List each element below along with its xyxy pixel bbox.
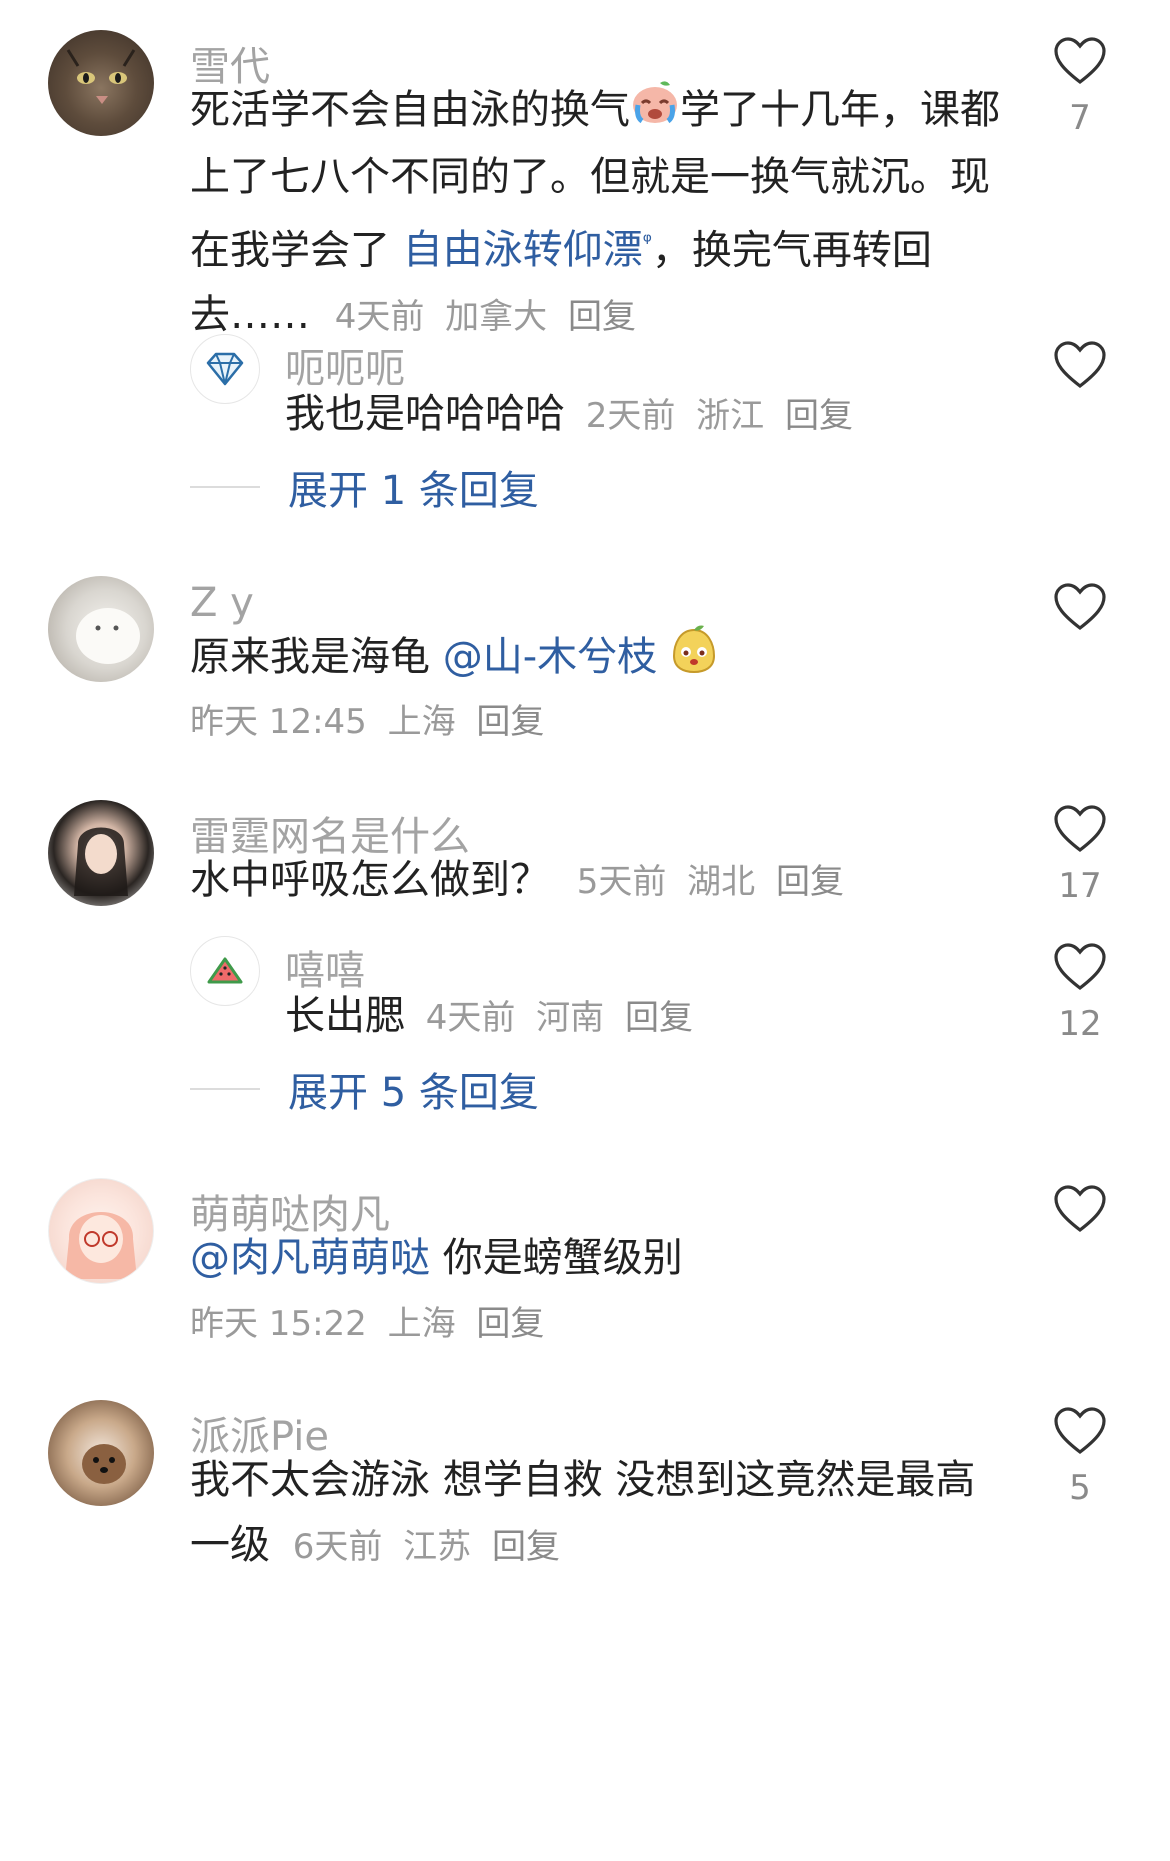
comment-time: 5天前 <box>576 862 667 902</box>
reply-button[interactable]: 回复 <box>785 396 853 436</box>
mention-link[interactable]: @山-木兮枝 <box>443 634 657 680</box>
girl-avatar-icon <box>74 827 128 896</box>
comment-location: 上海 <box>387 1304 456 1344</box>
comment-text: 原来我是海龟 @山-木兮枝 <box>190 624 1010 694</box>
heart-outline-icon <box>1054 1185 1106 1232</box>
heart-outline-icon <box>1054 805 1106 852</box>
comment-meta: 5天前 湖北 回复 <box>577 862 854 902</box>
like-count: 7 <box>1069 98 1091 138</box>
like-button[interactable]: 5 <box>1050 1406 1110 1508</box>
comment-location: 上海 <box>387 702 456 742</box>
dog-avatar-icon <box>82 1444 126 1484</box>
reply-time: 2天前 <box>585 396 676 436</box>
comment-time: 昨天 15:22 <box>190 1304 367 1344</box>
cat-avatar-icon <box>66 49 136 104</box>
expand-replies[interactable]: 展开 5 条回复 <box>190 1060 539 1118</box>
comment-meta: 昨天 12:45 上海 回复 <box>190 694 554 743</box>
like-count: 5 <box>1069 1468 1091 1508</box>
comment-text: @肉凡萌萌哒 你是螃蟹级别 <box>190 1226 1010 1291</box>
comment-text-part: 死活学不会自由泳的换气 <box>190 87 630 133</box>
search-link[interactable]: 自由泳转仰漂ᵠ <box>403 227 652 273</box>
avatar[interactable] <box>190 936 260 1006</box>
crying-face-emoji-icon <box>630 79 680 145</box>
search-icon: ᵠ <box>642 230 652 255</box>
reply-location: 浙江 <box>696 396 765 436</box>
reply-text: 长出腮 <box>285 993 405 1039</box>
avatar[interactable] <box>48 800 154 906</box>
reply-button[interactable]: 回复 <box>476 1304 544 1344</box>
avatar[interactable] <box>48 576 154 682</box>
divider <box>190 486 260 488</box>
heart-outline-icon <box>1054 943 1106 990</box>
comment-text: 死活学不会自由泳的换气 学了十几年，课都上了七八个不同的了。但就是一换气就沉。现在… <box>190 78 1010 350</box>
comment-location: 湖北 <box>687 862 756 902</box>
watermelon-icon <box>207 957 243 984</box>
like-button[interactable] <box>1050 582 1110 632</box>
mention-link[interactable]: @肉凡萌萌哒 <box>190 1235 430 1281</box>
avatar[interactable] <box>48 1400 154 1506</box>
reply-button[interactable]: 回复 <box>476 702 544 742</box>
heart-outline-icon <box>1054 37 1106 84</box>
comment-location: 加拿大 <box>445 297 548 338</box>
white-cat-avatar-icon <box>76 608 140 664</box>
like-count: 17 <box>1058 866 1102 906</box>
avatar[interactable] <box>190 334 260 404</box>
like-button[interactable]: 7 <box>1050 36 1110 138</box>
expand-replies-label[interactable]: 展开 5 条回复 <box>288 1060 539 1118</box>
reply-meta: 4天前 河南 回复 <box>426 998 703 1038</box>
reply-text-row: 我也是哈哈哈哈 2天前 浙江 回复 <box>285 382 1005 449</box>
reply-meta: 2天前 浙江 回复 <box>586 396 863 436</box>
comment-time: 6天前 <box>292 1527 383 1567</box>
like-button[interactable]: 12 <box>1050 942 1110 1044</box>
reply-text: 我也是哈哈哈哈 <box>285 391 565 437</box>
comment-text-part: 你是螃蟹级别 <box>430 1235 683 1281</box>
smiling-pear-emoji-icon <box>670 624 718 694</box>
expand-replies-label[interactable]: 展开 1 条回复 <box>288 458 539 516</box>
anime-girl-avatar-icon <box>65 1212 137 1279</box>
comment-time: 昨天 12:45 <box>190 702 367 742</box>
heart-outline-icon <box>1054 1407 1106 1454</box>
reply-location: 河南 <box>536 998 605 1038</box>
comment-location: 江苏 <box>403 1527 472 1567</box>
like-button[interactable] <box>1050 340 1110 390</box>
comment-text: 我不太会游泳 想学自救 没想到这竟然是最高一级 6天前 江苏 回复 <box>190 1448 1010 1580</box>
expand-replies[interactable]: 展开 1 条回复 <box>190 458 539 516</box>
reply-time: 4天前 <box>425 998 516 1038</box>
avatar[interactable] <box>48 30 154 136</box>
comment-text-part: 原来我是海龟 <box>190 634 443 680</box>
reply-text-row: 长出腮 4天前 河南 回复 <box>285 984 1005 1051</box>
reply-button[interactable]: 回复 <box>568 297 636 337</box>
reply-button[interactable]: 回复 <box>776 862 844 902</box>
like-button[interactable]: 17 <box>1050 804 1110 906</box>
comment-text: 水中呼吸怎么做到？ 5天前 湖北 回复 <box>190 848 1010 915</box>
comment-text-part: 水中呼吸怎么做到？ <box>190 857 550 903</box>
reply-button[interactable]: 回复 <box>492 1527 560 1567</box>
comment-time: 4天前 <box>334 297 425 338</box>
comment-meta: 昨天 15:22 上海 回复 <box>190 1296 554 1345</box>
like-count: 12 <box>1058 1004 1102 1044</box>
heart-outline-icon <box>1054 341 1106 388</box>
divider <box>190 1088 260 1090</box>
comment-meta: 4天前 加拿大 回复 <box>335 297 646 337</box>
comment-meta: 6天前 江苏 回复 <box>293 1527 570 1567</box>
like-button[interactable] <box>1050 1184 1110 1234</box>
diamond-icon <box>206 352 244 386</box>
avatar[interactable] <box>48 1178 154 1284</box>
comment-username[interactable]: Z y <box>190 580 254 626</box>
heart-outline-icon <box>1054 583 1106 630</box>
reply-button[interactable]: 回复 <box>625 998 693 1038</box>
